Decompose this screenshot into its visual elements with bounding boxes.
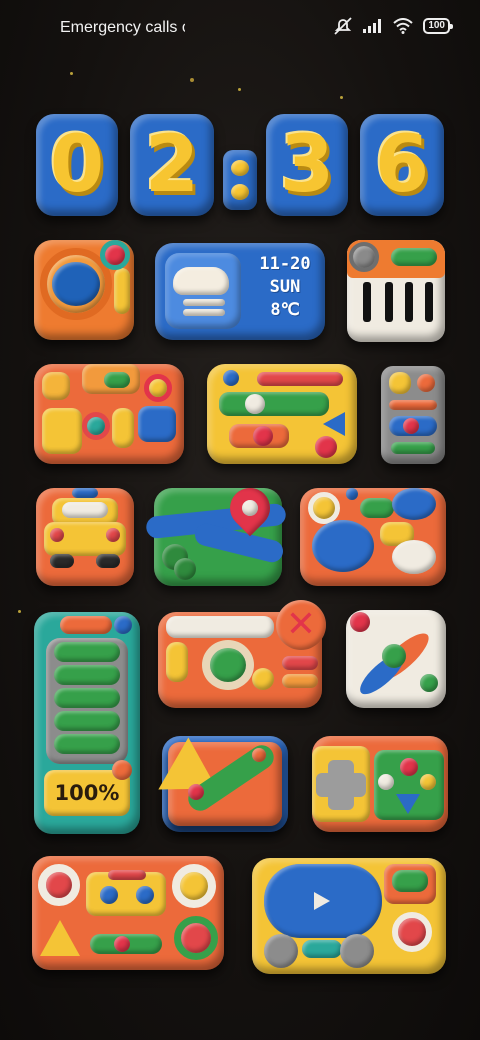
browser-app[interactable]: ✕ [158,600,326,708]
camera-app[interactable] [34,240,134,340]
wifi-icon [393,18,413,34]
clock-hour-ones: 2 [130,114,214,216]
compass-app[interactable] [346,610,446,708]
remote-app[interactable] [381,366,445,464]
speck [190,78,194,82]
clock-hour-tens: 0 [36,114,118,216]
piano-app[interactable] [347,240,445,342]
speck [18,610,21,613]
toolbox-app[interactable] [34,364,184,464]
dnd-off-icon [334,17,352,35]
weather-date: 11-20 [259,254,311,274]
clock-minute-ones: 6 [360,114,444,216]
weather-temp: 8℃ [270,300,300,320]
slider-app[interactable] [207,364,357,464]
maps-app[interactable] [145,479,287,586]
play-icon [314,892,330,910]
status-bar: Emergency calls o 100 [0,0,480,56]
clock-minute-tens: 3 [266,114,348,216]
weather-day: SUN [269,277,301,297]
cloud-icon [165,253,241,329]
battery-widget[interactable]: 100% [34,612,140,834]
bird-app[interactable] [300,488,446,586]
status-icons: 100 [333,17,453,35]
carrier-text: Emergency calls o [60,19,185,36]
battery-icon: 100 [423,18,453,34]
battery-bar [54,711,120,731]
wrench-app[interactable] [158,736,288,832]
battery-bar [54,734,120,754]
gamepad-app[interactable] [312,736,448,832]
taxi-app[interactable] [36,488,134,586]
tape-app[interactable] [32,856,224,970]
battery-bar [54,688,120,708]
weather-widget[interactable]: 11-20 SUN 8℃ [155,243,325,340]
battery-bar [54,642,120,662]
battery-bar [54,665,120,685]
clock-separator [223,150,257,210]
speck [70,72,73,75]
signal-icon [363,19,382,33]
speck [340,96,343,99]
video-player-app[interactable] [252,858,446,974]
close-icon: ✕ [276,600,326,650]
speck [238,88,241,91]
